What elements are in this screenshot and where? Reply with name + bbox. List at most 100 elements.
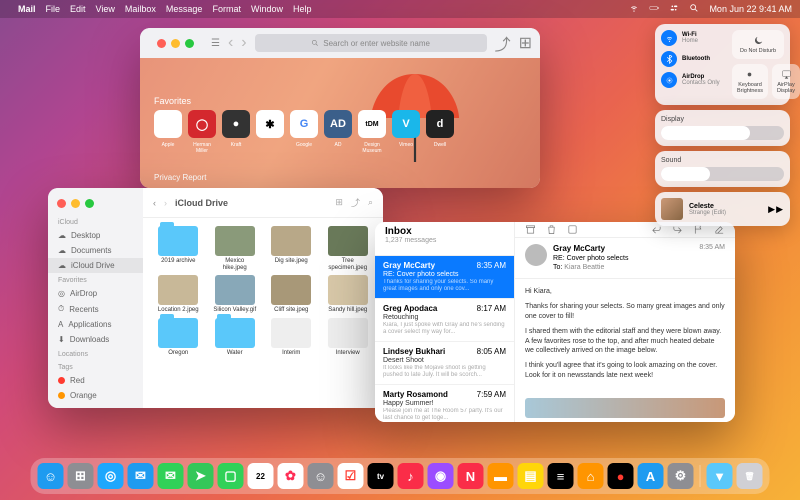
sidebar-desktop[interactable]: ☁ Desktop [48, 228, 143, 243]
dock-facetime[interactable]: ▢ [218, 463, 244, 489]
cc-now-playing[interactable]: CelesteStrange (Edit) ▶▶ [655, 192, 790, 226]
back-icon[interactable]: ‹ [153, 198, 156, 208]
file-item[interactable]: Mexico hike.jpeg [210, 226, 261, 271]
dock-calendar[interactable]: 22 [248, 463, 274, 489]
dock-notes[interactable]: ▤ [518, 463, 544, 489]
sidebar-recents[interactable]: ⏱ Recents [48, 301, 143, 317]
cc-wifi[interactable]: Wi-FiHome [661, 30, 727, 46]
cc-airplay[interactable]: AirPlay Display [772, 64, 800, 99]
trash-icon[interactable] [546, 224, 557, 235]
menu-window[interactable]: Window [251, 4, 283, 14]
sound-slider[interactable] [661, 167, 784, 181]
menu-view[interactable]: View [96, 4, 115, 14]
file-item[interactable]: Location 2.jpeg [153, 275, 204, 314]
finder-window[interactable]: iCloud ☁ Desktop ☁ Documents ☁ iCloud Dr… [48, 188, 383, 408]
archive-icon[interactable] [525, 224, 536, 235]
share-icon[interactable]: ⤴ [495, 31, 511, 55]
dock-voice-memos[interactable]: ● [608, 463, 634, 489]
forward-icon[interactable]: › [241, 34, 246, 52]
favorite-[interactable]: ✱ [256, 110, 284, 138]
file-item[interactable]: Interview [323, 318, 374, 357]
wifi-icon[interactable] [629, 3, 639, 15]
dock-finder[interactable]: ☺ [38, 463, 64, 489]
sidebar-documents[interactable]: ☁ Documents [48, 243, 143, 258]
favorite-Herman Miller[interactable]: ◯ [188, 110, 216, 138]
mail-message[interactable]: Greg Apodaca8:17 AMRetouchingKiara, I ju… [375, 299, 514, 342]
dock-home[interactable]: ⌂ [578, 463, 604, 489]
forward-icon[interactable]: › [164, 198, 167, 208]
menu-mailbox[interactable]: Mailbox [125, 4, 156, 14]
safari-window[interactable]: ☰ ‹ › Search or enter website name ⤴ ⊞ F… [140, 28, 540, 188]
file-item[interactable]: Sandy hill.jpeg [323, 275, 374, 314]
app-menu[interactable]: Mail [18, 4, 36, 14]
dock-maps[interactable]: ➤ [188, 463, 214, 489]
mail-message[interactable]: Lindsey Bukhari8:05 AMDesert ShootIt loo… [375, 342, 514, 385]
file-item[interactable]: Tree specimen.jpeg [323, 226, 374, 271]
search-icon[interactable]: ⌕ [368, 197, 373, 208]
favorite-Vimeo[interactable]: V [392, 110, 420, 138]
favorite-Apple[interactable] [154, 110, 182, 138]
favorite-Google[interactable]: G [290, 110, 318, 138]
sidebar-airdrop[interactable]: ◎ AirDrop [48, 286, 143, 301]
dock-messages[interactable]: ✉ [158, 463, 184, 489]
cc-display[interactable]: Display [655, 110, 790, 146]
view-icon[interactable]: ⊞ [335, 197, 343, 208]
back-icon[interactable]: ‹ [228, 34, 233, 52]
address-bar[interactable]: Search or enter website name [255, 34, 487, 52]
dock-contacts[interactable]: ☺ [308, 463, 334, 489]
dock-appstore[interactable]: A [638, 463, 664, 489]
file-item[interactable]: Cliff site.jpeg [266, 275, 317, 314]
dock[interactable]: ☺⊞◎✉✉➤▢22✿☺☑tv♪◉N▬▤≡⌂●A⚙▼🗑 [31, 458, 770, 494]
menu-format[interactable]: Format [212, 4, 241, 14]
dock-reminders[interactable]: ☑ [338, 463, 364, 489]
dock-safari[interactable]: ◎ [98, 463, 124, 489]
file-item[interactable]: 2019 archive [153, 226, 204, 271]
menu-message[interactable]: Message [166, 4, 203, 14]
menu-file[interactable]: File [46, 4, 61, 14]
cc-kbd-brightness[interactable]: Keyboard Brightness [732, 64, 768, 99]
dock-music[interactable]: ♪ [398, 463, 424, 489]
share-icon[interactable]: ⤴ [351, 196, 360, 209]
dock-downloads[interactable]: ▼ [707, 463, 733, 489]
dock-books[interactable]: ▬ [488, 463, 514, 489]
favorite-Dwell[interactable]: d [426, 110, 454, 138]
file-item[interactable]: Silicon Valley.gif [210, 275, 261, 314]
cc-airdrop[interactable]: AirDropContacts Only [661, 72, 727, 88]
mail-window[interactable]: Inbox 1,237 messages Gray McCarty8:35 AM… [375, 222, 735, 422]
menu-help[interactable]: Help [293, 4, 312, 14]
battery-icon[interactable] [649, 3, 659, 15]
dock-mail[interactable]: ✉ [128, 463, 154, 489]
sidebar-icon[interactable]: ☰ [211, 38, 220, 49]
dock-news[interactable]: N [458, 463, 484, 489]
tabs-icon[interactable]: ⊞ [519, 33, 532, 53]
mail-attachment-image[interactable] [525, 398, 725, 418]
dock-stocks[interactable]: ≡ [548, 463, 574, 489]
mail-message[interactable]: Gray McCarty8:35 AMRE: Cover photo selec… [375, 256, 514, 299]
play-controls[interactable]: ▶▶ [768, 204, 784, 215]
control-center-icon[interactable] [669, 3, 679, 15]
control-center[interactable]: Wi-FiHome Bluetooth AirDropContacts Only… [655, 24, 790, 226]
file-item[interactable]: Water [210, 318, 261, 357]
dock-launchpad[interactable]: ⊞ [68, 463, 94, 489]
favorite-Kraft[interactable]: ● [222, 110, 250, 138]
window-controls[interactable] [148, 32, 203, 55]
junk-icon[interactable] [567, 224, 578, 235]
cc-bluetooth[interactable]: Bluetooth [661, 51, 727, 67]
dock-podcasts[interactable]: ◉ [428, 463, 454, 489]
clock[interactable]: Mon Jun 22 9:41 AM [709, 4, 792, 14]
dock-photos[interactable]: ✿ [278, 463, 304, 489]
file-item[interactable]: Interim [266, 318, 317, 357]
sidebar-icloud-drive[interactable]: ☁ iCloud Drive [48, 258, 143, 273]
favorite-Design Museum[interactable]: tDM [358, 110, 386, 138]
menu-edit[interactable]: Edit [70, 4, 86, 14]
sidebar-applications[interactable]: A Applications [48, 317, 143, 332]
sidebar-tag-red[interactable]: Red [48, 373, 143, 388]
dock-trash[interactable]: 🗑 [737, 463, 763, 489]
dock-tv[interactable]: tv [368, 463, 394, 489]
dock-settings[interactable]: ⚙ [668, 463, 694, 489]
cc-dnd[interactable]: Do Not Disturb [732, 30, 784, 59]
sidebar-downloads[interactable]: ⬇ Downloads [48, 332, 143, 347]
favorite-AD[interactable]: AD [324, 110, 352, 138]
cc-sound[interactable]: Sound [655, 151, 790, 187]
file-item[interactable]: Dig site.jpeg [266, 226, 317, 271]
